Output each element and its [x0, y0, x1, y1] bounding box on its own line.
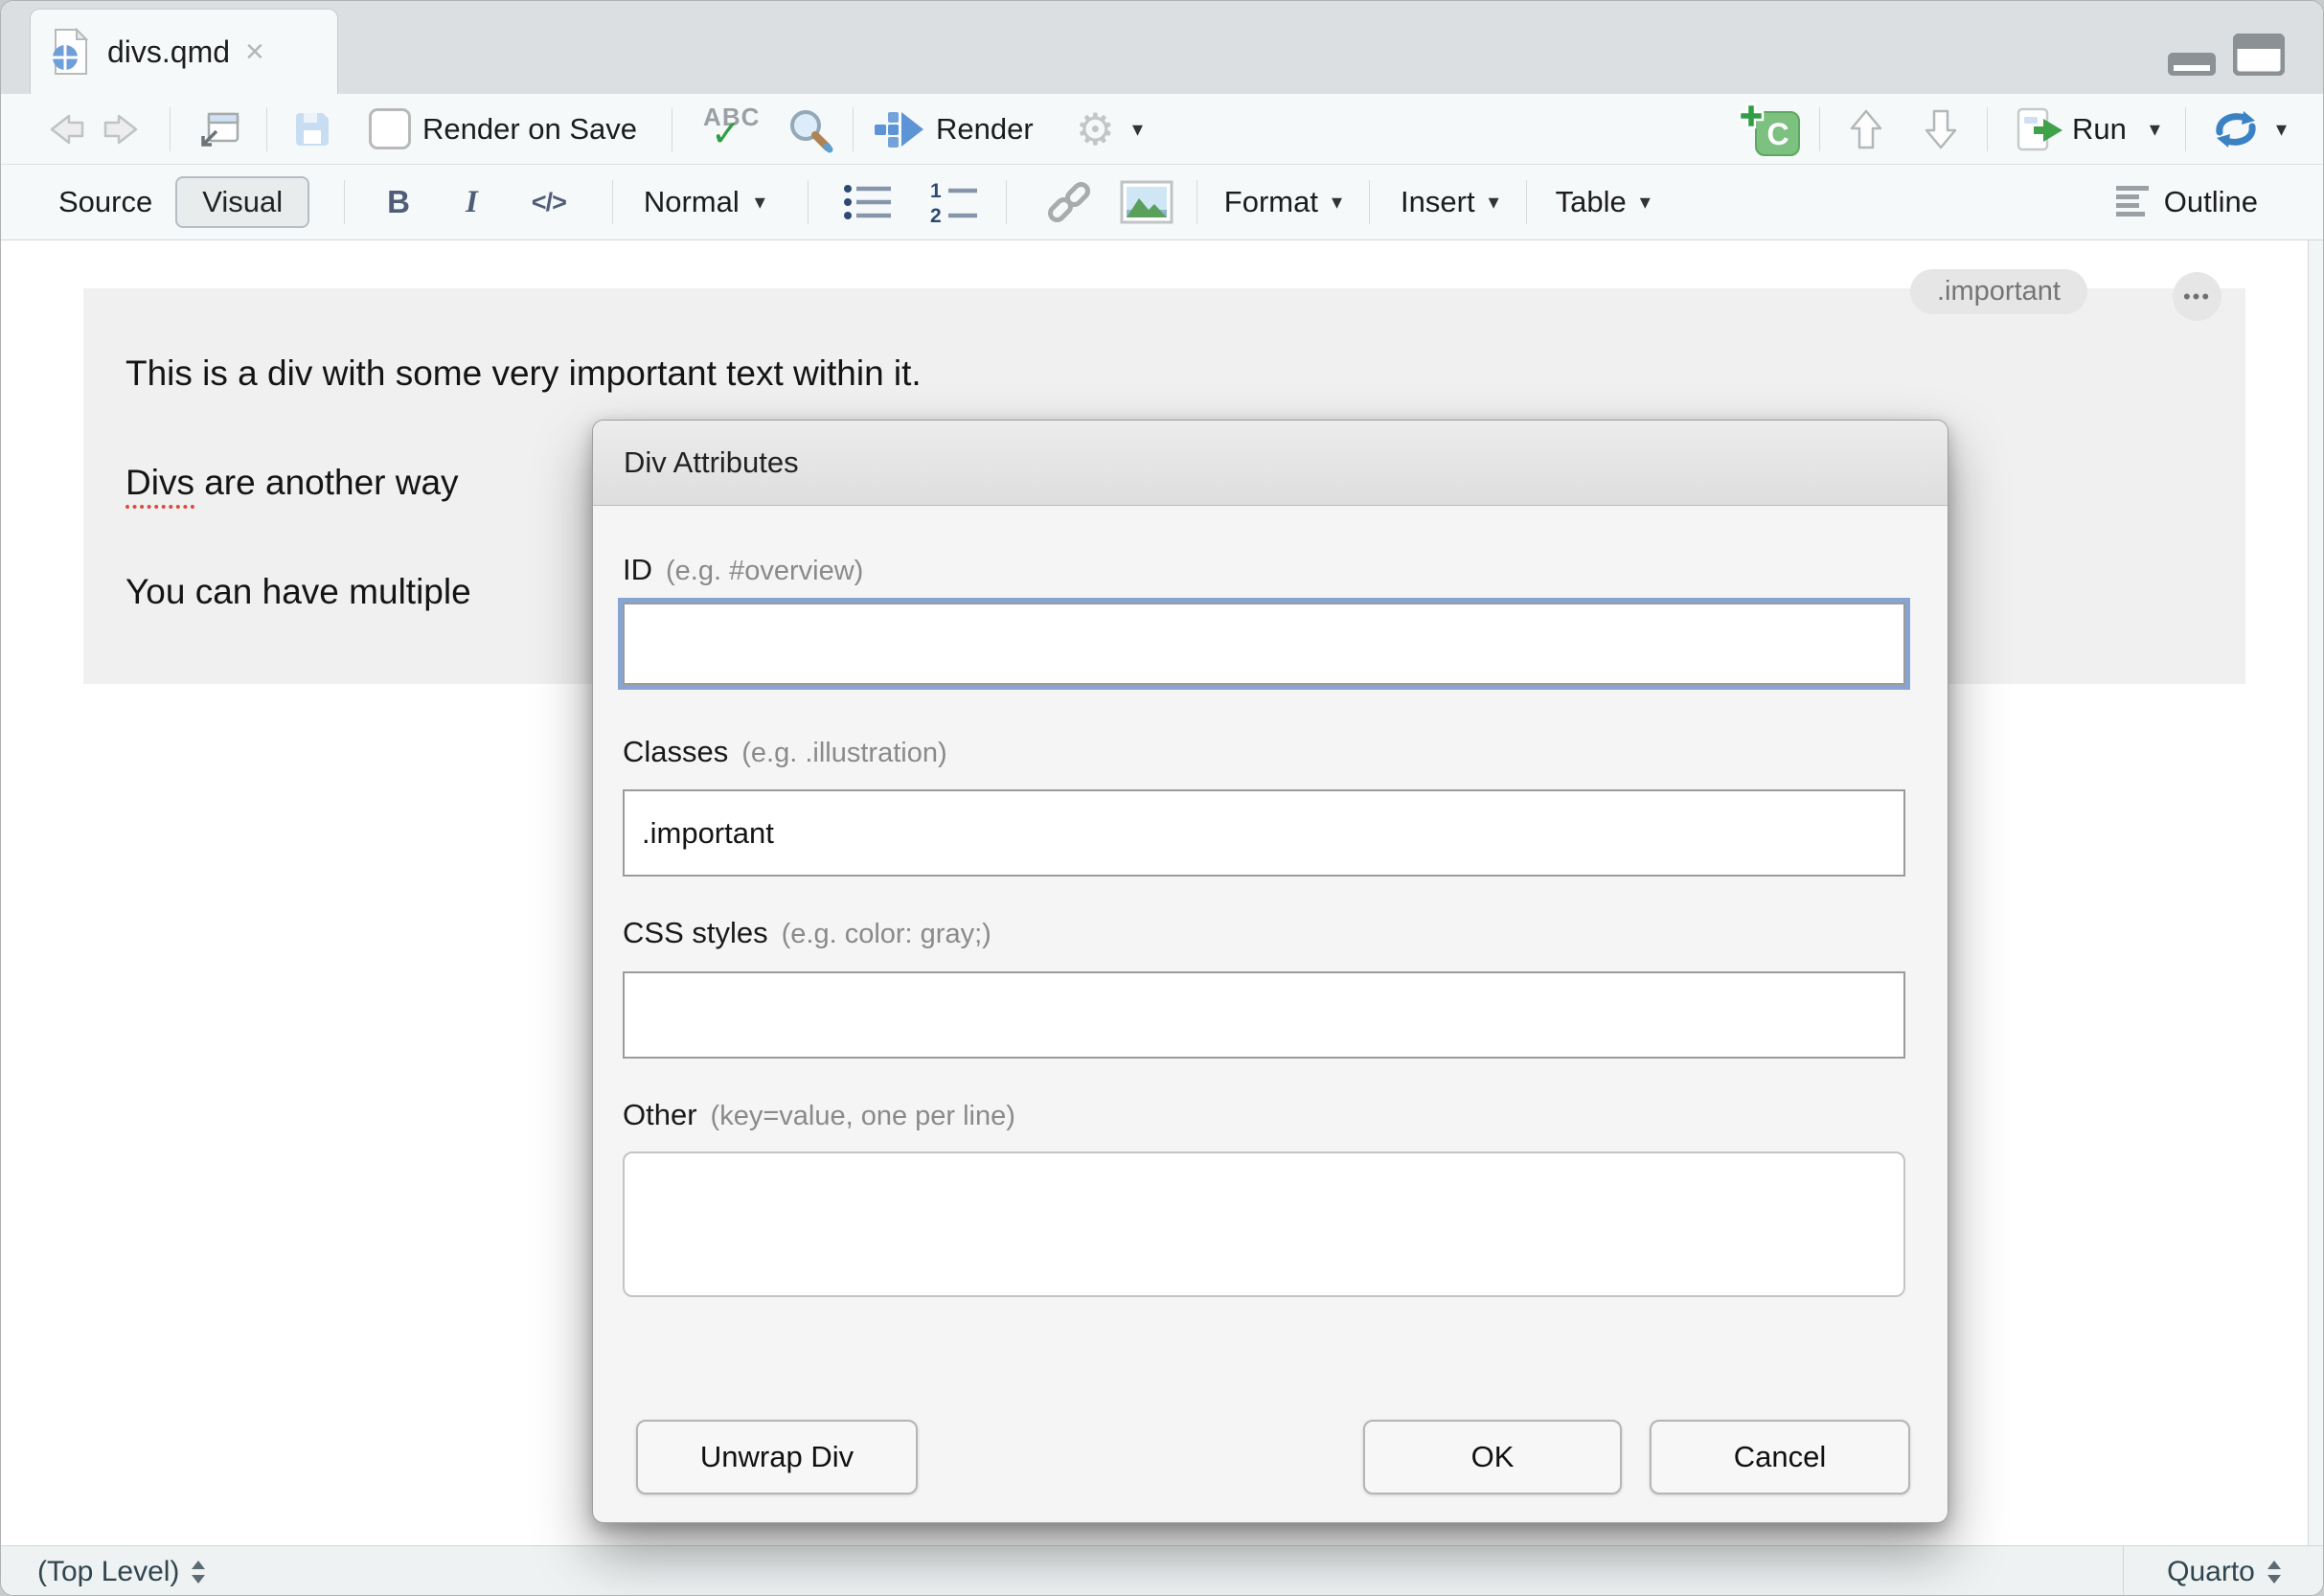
render-button[interactable]: Render	[936, 112, 1034, 147]
separator	[612, 180, 613, 224]
open-in-new-window-icon[interactable]	[195, 108, 241, 150]
outline-toggle-button[interactable]: Outline	[2164, 185, 2258, 219]
id-input[interactable]	[623, 603, 1905, 685]
insert-menu[interactable]: Insert	[1401, 185, 1475, 219]
bullet-list-icon[interactable]	[843, 181, 895, 223]
run-icon	[2016, 107, 2064, 151]
outline-icon	[2116, 185, 2154, 219]
save-icon[interactable]	[292, 109, 332, 149]
back-icon[interactable]	[43, 110, 87, 148]
render-settings-gear-icon[interactable]: ⚙	[1076, 107, 1115, 151]
misspelled-word: Divs	[125, 463, 194, 509]
source-mode-button[interactable]: Source	[58, 185, 152, 219]
separator	[1987, 107, 1988, 151]
render-icon	[873, 109, 924, 149]
bold-icon[interactable]: B	[387, 184, 410, 220]
separator	[1526, 180, 1527, 224]
table-menu[interactable]: Table	[1556, 185, 1627, 219]
italic-icon[interactable]: I	[466, 185, 478, 220]
go-previous-chunk-icon[interactable]	[1849, 108, 1883, 150]
status-bar: (Top Level) Quarto	[1, 1545, 2324, 1596]
id-field-label: ID(e.g. #overview)	[623, 553, 863, 587]
rstudio-editor-window: divs.qmd ×	[0, 0, 2324, 1596]
separator	[1196, 180, 1197, 224]
format-menu-caret-icon[interactable]: ▾	[1332, 192, 1342, 213]
updown-icon	[2267, 1560, 2282, 1585]
code-icon[interactable]: </>	[532, 188, 566, 217]
main-toolbar: Render on Save ABC ✓ Render ⚙ ▾	[1, 94, 2324, 165]
image-icon[interactable]	[1120, 180, 1173, 224]
svg-text:1: 1	[930, 181, 942, 202]
quarto-file-icon	[50, 28, 92, 76]
div-options-button[interactable]: •••	[2173, 272, 2221, 321]
source-document-sync-icon[interactable]	[2211, 109, 2261, 149]
svg-text:2: 2	[930, 205, 942, 223]
separator	[2185, 107, 2186, 151]
go-next-chunk-icon[interactable]	[1924, 108, 1958, 150]
sync-caret-icon[interactable]: ▾	[2276, 119, 2287, 140]
other-textarea[interactable]	[623, 1151, 1905, 1297]
css-styles-input[interactable]	[623, 971, 1905, 1059]
separator	[1819, 107, 1820, 151]
ok-button[interactable]: OK	[1363, 1420, 1622, 1494]
separator	[266, 107, 267, 151]
window-controls	[2168, 30, 2285, 76]
visual-mode-button[interactable]: Visual	[175, 176, 309, 228]
search-icon[interactable]	[786, 105, 833, 153]
outline-scope-selector[interactable]: (Top Level)	[1, 1556, 206, 1588]
separator	[808, 180, 809, 224]
render-on-save-checkbox[interactable]	[369, 108, 411, 149]
run-button[interactable]: Run	[2072, 112, 2127, 147]
editor-right-gutter	[2308, 240, 2324, 1545]
div-class-badge[interactable]: .important	[1910, 269, 2087, 314]
css-styles-field-hint: (e.g. color: gray;)	[782, 919, 991, 949]
separator	[853, 107, 854, 151]
link-icon[interactable]	[1045, 178, 1093, 226]
ellipsis-icon: •••	[2183, 285, 2211, 309]
paragraph[interactable]: You can have multiple	[125, 572, 471, 612]
unwrap-div-button[interactable]: Unwrap Div	[636, 1420, 918, 1494]
forward-icon[interactable]	[101, 110, 145, 148]
document-type-selector[interactable]: Quarto	[2123, 1546, 2324, 1596]
classes-input[interactable]	[623, 789, 1905, 877]
insert-menu-caret-icon[interactable]: ▾	[1489, 192, 1499, 213]
paragraph[interactable]: Divs are another way	[125, 463, 459, 503]
dialog-titlebar[interactable]: Div Attributes	[593, 421, 1948, 506]
table-menu-caret-icon[interactable]: ▾	[1640, 192, 1651, 213]
cancel-button[interactable]: Cancel	[1650, 1420, 1910, 1494]
separator	[344, 180, 345, 224]
other-field-hint: (key=value, one per line)	[711, 1101, 1015, 1131]
maximize-icon[interactable]	[2233, 34, 2285, 76]
tab-title: divs.qmd	[107, 34, 230, 70]
tab-bar: divs.qmd ×	[1, 1, 2324, 94]
insert-chunk-icon[interactable]: C	[1739, 102, 1800, 157]
updown-icon	[191, 1560, 206, 1585]
dialog-title: Div Attributes	[624, 445, 799, 480]
render-settings-caret-icon[interactable]: ▾	[1132, 119, 1143, 140]
run-caret-icon[interactable]: ▾	[2150, 119, 2160, 140]
paragraph[interactable]: This is a div with some very important t…	[125, 353, 922, 394]
separator	[170, 107, 171, 151]
format-toolbar: Source Visual B I </> Normal ▾ 1 2	[1, 165, 2324, 240]
minimize-icon[interactable]	[2168, 53, 2216, 76]
tab-divs-qmd[interactable]: divs.qmd ×	[30, 9, 338, 94]
separator	[1006, 180, 1007, 224]
other-field-label: Other(key=value, one per line)	[623, 1098, 1015, 1132]
render-on-save-label: Render on Save	[422, 112, 637, 147]
tab-close-icon[interactable]: ×	[245, 35, 264, 68]
numbered-list-icon[interactable]: 1 2	[929, 181, 981, 223]
div-attributes-dialog: Div Attributes ID(e.g. #overview) Classe…	[592, 420, 1948, 1523]
paragraph-style-caret-icon[interactable]: ▾	[755, 192, 765, 213]
classes-field-hint: (e.g. .illustration)	[741, 738, 946, 768]
separator	[1369, 180, 1370, 224]
svg-text:C: C	[1766, 117, 1789, 151]
id-field-hint: (e.g. #overview)	[666, 556, 863, 586]
format-menu[interactable]: Format	[1224, 185, 1318, 219]
classes-field-label: Classes(e.g. .illustration)	[623, 735, 947, 769]
paragraph-style-dropdown[interactable]: Normal	[644, 185, 740, 219]
spellcheck-icon[interactable]: ABC ✓	[699, 103, 766, 156]
css-styles-field-label: CSS styles(e.g. color: gray;)	[623, 916, 991, 950]
